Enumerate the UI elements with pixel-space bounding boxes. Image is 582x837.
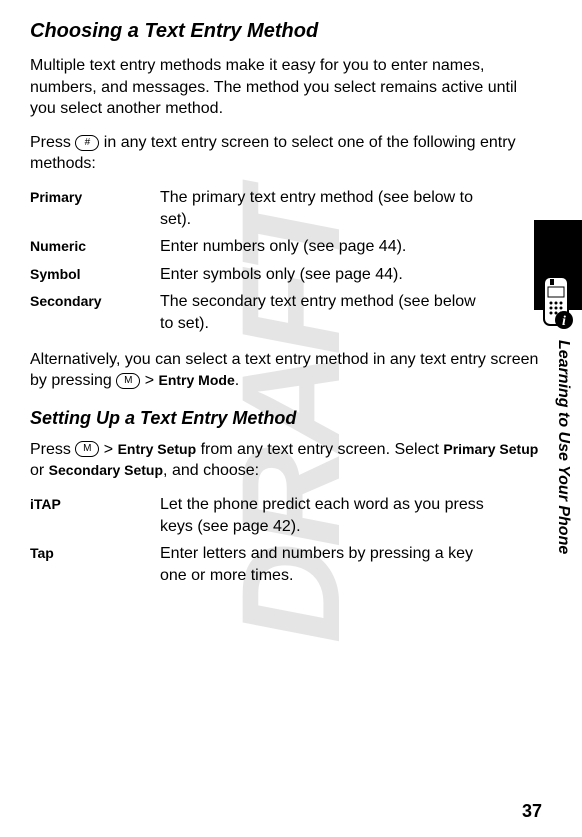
table-row: Primary The primary text entry method (s…	[30, 187, 542, 230]
table-row: Tap Enter letters and numbers by pressin…	[30, 543, 542, 586]
heading-choosing-method: Choosing a Text Entry Method	[30, 20, 542, 43]
method-desc: Enter numbers only (see page 44).	[160, 236, 542, 258]
hash-key-icon: #	[75, 135, 99, 151]
setup-instruction: Press M > Entry Setup from any text entr…	[30, 439, 542, 482]
entry-methods-table: Primary The primary text entry method (s…	[30, 187, 542, 335]
phone-with-info-icon: i	[536, 275, 576, 330]
method-desc: Enter letters and numbers by pressing a …	[160, 543, 542, 586]
menu-key-icon: M	[75, 441, 99, 457]
heading-setting-up: Setting Up a Text Entry Method	[30, 408, 542, 429]
menu-key-icon: M	[116, 373, 140, 389]
table-row: Numeric Enter numbers only (see page 44)…	[30, 236, 542, 258]
page-number: 37	[522, 801, 542, 822]
method-desc: The secondary text entry method (see bel…	[160, 291, 542, 334]
menu-secondary-setup: Secondary Setup	[49, 462, 163, 478]
section-tab-label: Learning to Use Your Phone	[554, 340, 572, 554]
page-content: Choosing a Text Entry Method Multiple te…	[30, 20, 542, 586]
method-label-numeric: Numeric	[30, 236, 160, 258]
method-desc: Let the phone predict each word as you p…	[160, 494, 542, 537]
table-row: Secondary The secondary text entry metho…	[30, 291, 542, 334]
method-label-secondary: Secondary	[30, 291, 160, 334]
svg-text:i: i	[562, 314, 566, 329]
table-row: iTAP Let the phone predict each word as …	[30, 494, 542, 537]
press-instruction: Press # in any text entry screen to sele…	[30, 132, 542, 175]
alternative-instruction: Alternatively, you can select a text ent…	[30, 349, 542, 392]
intro-paragraph: Multiple text entry methods make it easy…	[30, 55, 542, 120]
menu-entry-setup: Entry Setup	[118, 441, 197, 457]
method-desc: Enter symbols only (see page 44).	[160, 264, 542, 286]
method-desc: The primary text entry method (see below…	[160, 187, 542, 230]
method-label-primary: Primary	[30, 187, 160, 230]
method-label-tap: Tap	[30, 543, 160, 586]
table-row: Symbol Enter symbols only (see page 44).	[30, 264, 542, 286]
menu-primary-setup: Primary Setup	[443, 441, 538, 457]
setup-methods-table: iTAP Let the phone predict each word as …	[30, 494, 542, 586]
method-label-itap: iTAP	[30, 494, 160, 537]
menu-entry-mode: Entry Mode	[159, 372, 235, 388]
method-label-symbol: Symbol	[30, 264, 160, 286]
